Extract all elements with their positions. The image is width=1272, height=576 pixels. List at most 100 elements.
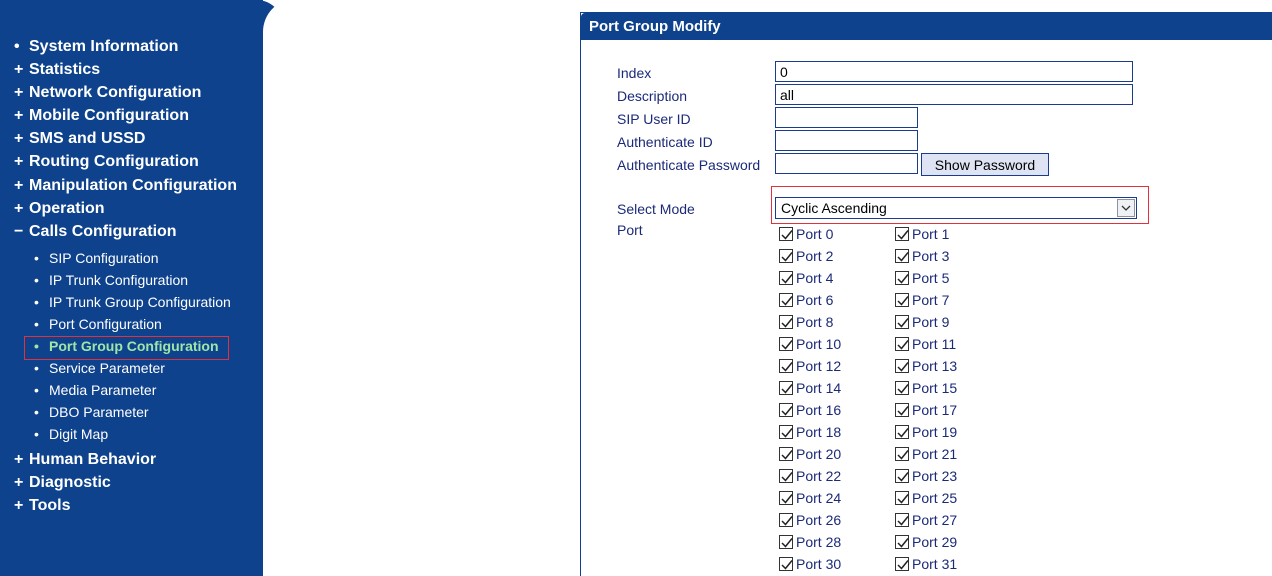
checkbox-checked-icon[interactable] [895,337,909,351]
port-checkbox-label: Port 13 [912,358,958,374]
port-checkbox-11[interactable]: Port 11 [895,335,956,353]
port-checkbox-4[interactable]: Port 4 [779,269,833,287]
port-checkbox-19[interactable]: Port 19 [895,423,957,441]
authenticate-password-field[interactable] [775,153,918,174]
port-checkbox-22[interactable]: Port 22 [779,467,841,485]
sip-user-id-field[interactable] [775,107,918,128]
nav-port-configuration[interactable]: • Port Configuration [34,314,162,334]
port-checkbox-5[interactable]: Port 5 [895,269,949,287]
nav-network-configuration[interactable]: + Network Configuration [14,83,201,103]
checkbox-checked-icon[interactable] [895,403,909,417]
checkbox-checked-icon[interactable] [779,535,793,549]
checkbox-checked-icon[interactable] [895,491,909,505]
checkbox-checked-icon[interactable] [895,293,909,307]
checkbox-checked-icon[interactable] [895,315,909,329]
expand-plus-icon: + [14,61,24,78]
checkbox-checked-icon[interactable] [779,513,793,527]
checkbox-checked-icon[interactable] [779,315,793,329]
port-checkbox-13[interactable]: Port 13 [895,357,957,375]
nav-system-information[interactable]: • System Information [14,37,178,57]
nav-service-parameter[interactable]: • Service Parameter [34,358,165,378]
port-checkbox-16[interactable]: Port 16 [779,401,841,419]
port-checkbox-18[interactable]: Port 18 [779,423,841,441]
port-checkbox-3[interactable]: Port 3 [895,247,949,265]
port-checkbox-31[interactable]: Port 31 [895,555,957,573]
checkbox-checked-icon[interactable] [779,403,793,417]
nav-mobile-configuration[interactable]: + Mobile Configuration [14,106,189,126]
nav-sip-configuration[interactable]: • SIP Configuration [34,248,158,268]
port-checkbox-0[interactable]: Port 0 [779,225,833,243]
port-checkbox-27[interactable]: Port 27 [895,511,957,529]
port-checkbox-15[interactable]: Port 15 [895,379,957,397]
authenticate-id-field[interactable] [775,130,918,151]
checkbox-checked-icon[interactable] [779,425,793,439]
port-checkbox-10[interactable]: Port 10 [779,335,841,353]
nav-digit-map[interactable]: • Digit Map [34,424,108,444]
nav-ip-trunk-group-configuration[interactable]: • IP Trunk Group Configuration [34,292,231,312]
port-checkbox-20[interactable]: Port 20 [779,445,841,463]
port-checkbox-label: Port 7 [912,292,950,308]
checkbox-checked-icon[interactable] [895,381,909,395]
checkbox-checked-icon[interactable] [779,359,793,373]
nav-media-parameter[interactable]: • Media Parameter [34,380,156,400]
nav-statistics[interactable]: + Statistics [14,60,100,80]
nav-sub-label: Service Parameter [49,360,165,376]
nav-diagnostic[interactable]: + Diagnostic [14,473,111,493]
checkbox-checked-icon[interactable] [779,249,793,263]
nav-calls-configuration[interactable]: − Calls Configuration [14,222,177,242]
index-field[interactable] [775,61,1133,82]
chevron-down-icon[interactable] [1117,199,1135,217]
port-checkbox-21[interactable]: Port 21 [895,445,957,463]
port-checkbox-6[interactable]: Port 6 [779,291,833,309]
nav-routing-configuration[interactable]: + Routing Configuration [14,152,199,172]
port-checkbox-24[interactable]: Port 24 [779,489,841,507]
nav-port-group-configuration[interactable]: • Port Group Configuration [34,336,219,356]
show-password-button[interactable]: Show Password [921,153,1049,176]
checkbox-checked-icon[interactable] [779,447,793,461]
port-checkbox-23[interactable]: Port 23 [895,467,957,485]
checkbox-checked-icon[interactable] [895,557,909,571]
port-checkbox-1[interactable]: Port 1 [895,225,949,243]
nav-dbo-parameter[interactable]: • DBO Parameter [34,402,149,422]
nav-label: Diagnostic [29,474,111,491]
checkbox-checked-icon[interactable] [895,447,909,461]
nav-manipulation-configuration[interactable]: + Manipulation Configuration [14,176,237,196]
port-checkbox-8[interactable]: Port 8 [779,313,833,331]
port-checkbox-17[interactable]: Port 17 [895,401,957,419]
select-mode-value: Cyclic Ascending [781,200,887,216]
port-checkbox-28[interactable]: Port 28 [779,533,841,551]
nav-sms-and-ussd[interactable]: + SMS and USSD [14,129,145,149]
port-checkbox-30[interactable]: Port 30 [779,555,841,573]
checkbox-checked-icon[interactable] [779,337,793,351]
port-checkbox-2[interactable]: Port 2 [779,247,833,265]
checkbox-checked-icon[interactable] [779,381,793,395]
nav-human-behavior[interactable]: + Human Behavior [14,450,156,470]
index-label: Index [617,65,652,81]
description-field[interactable] [775,84,1133,105]
checkbox-checked-icon[interactable] [895,359,909,373]
checkbox-checked-icon[interactable] [779,227,793,241]
checkbox-checked-icon[interactable] [895,535,909,549]
checkbox-checked-icon[interactable] [895,513,909,527]
nav-operation[interactable]: + Operation [14,199,105,219]
nav-ip-trunk-configuration[interactable]: • IP Trunk Configuration [34,270,188,290]
checkbox-checked-icon[interactable] [779,557,793,571]
checkbox-checked-icon[interactable] [895,227,909,241]
port-checkbox-29[interactable]: Port 29 [895,533,957,551]
port-checkbox-9[interactable]: Port 9 [895,313,949,331]
checkbox-checked-icon[interactable] [895,271,909,285]
checkbox-checked-icon[interactable] [895,249,909,263]
port-checkbox-26[interactable]: Port 26 [779,511,841,529]
port-checkbox-12[interactable]: Port 12 [779,357,841,375]
checkbox-checked-icon[interactable] [779,491,793,505]
nav-tools[interactable]: + Tools [14,496,70,516]
select-mode-dropdown[interactable]: Cyclic Ascending [775,197,1137,219]
checkbox-checked-icon[interactable] [895,469,909,483]
port-checkbox-7[interactable]: Port 7 [895,291,949,309]
checkbox-checked-icon[interactable] [779,271,793,285]
port-checkbox-14[interactable]: Port 14 [779,379,841,397]
checkbox-checked-icon[interactable] [895,425,909,439]
checkbox-checked-icon[interactable] [779,293,793,307]
port-checkbox-25[interactable]: Port 25 [895,489,957,507]
checkbox-checked-icon[interactable] [779,469,793,483]
